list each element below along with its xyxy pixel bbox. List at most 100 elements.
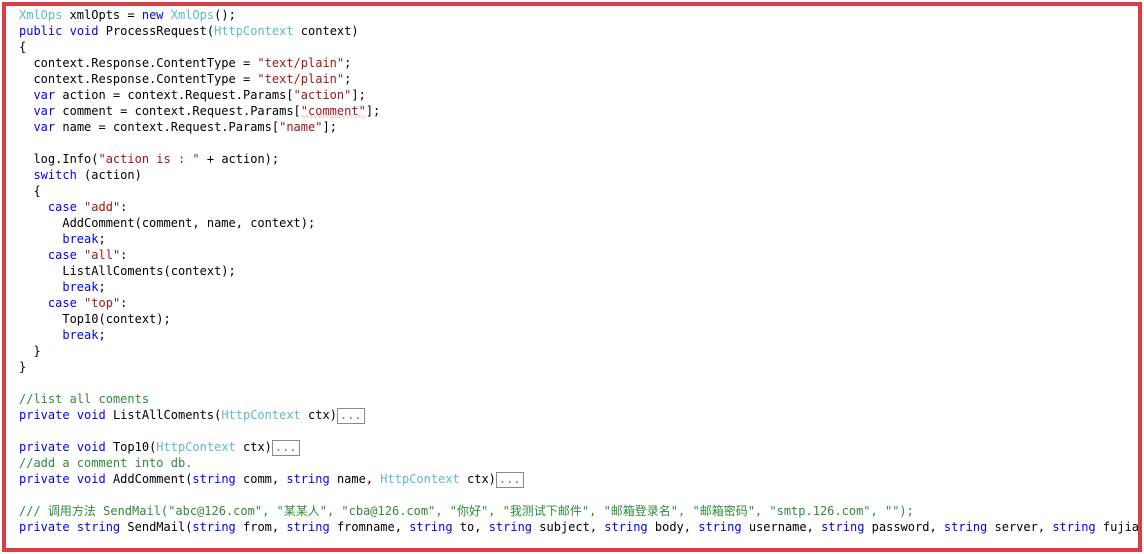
collapsed-region-box[interactable]: ... — [336, 408, 365, 424]
code-line-blank[interactable] — [19, 135, 1138, 151]
code-line-blank[interactable] — [19, 423, 1138, 439]
code-token-type: HttpContext — [214, 24, 294, 38]
code-token-plain: subject, — [532, 520, 605, 534]
code-token-plain: (action) — [76, 168, 142, 182]
code-line[interactable]: private void Top10(HttpContext ctx)... — [19, 439, 1138, 456]
code-line[interactable]: context.Response.ContentType = "text/pla… — [19, 55, 1138, 71]
code-token-plain: ; — [98, 280, 106, 294]
code-token-plain: ]; — [351, 88, 366, 102]
code-line[interactable]: var action = context.Request.Params["act… — [19, 87, 1138, 103]
code-line[interactable]: { — [19, 183, 1138, 199]
code-token-plain: ListAllComents( — [105, 408, 222, 422]
code-token-comment: //add a comment into db. — [19, 456, 193, 470]
code-token-plain: log.Info( — [19, 152, 99, 166]
code-line[interactable]: case "add": — [19, 199, 1138, 215]
code-token-keyword: string — [192, 520, 236, 534]
code-line[interactable]: log.Info("action is : " + action); — [19, 151, 1138, 167]
code-token-type: XmlOps — [19, 8, 63, 22]
code-line[interactable]: AddComment(comment, name, context); — [19, 215, 1138, 231]
code-token-plain: SendMail( — [120, 520, 193, 534]
code-line[interactable]: case "top": — [19, 295, 1138, 311]
code-line[interactable]: context.Response.ContentType = "text/pla… — [19, 71, 1138, 87]
code-line[interactable]: private string SendMail(string from, str… — [19, 519, 1140, 535]
code-line[interactable]: break; — [19, 231, 1138, 247]
code-line[interactable]: //add a comment into db. — [19, 455, 1138, 471]
code-token-keyword: string — [943, 520, 988, 534]
collapsed-region-box[interactable]: ... — [495, 472, 524, 488]
code-token-plain: comm, — [235, 472, 287, 486]
code-token-type: HttpContext — [156, 440, 236, 454]
code-token-plain: to, — [452, 520, 489, 534]
code-line[interactable]: break; — [19, 279, 1138, 295]
code-token-keyword: break — [62, 280, 99, 294]
code-token-type: HttpContext — [221, 408, 301, 422]
code-line-blank[interactable] — [19, 375, 1138, 391]
code-token-keyword: private — [19, 520, 70, 534]
screenshot-root: XmlOps xmlOpts = new XmlOps(); public voi… — [0, 0, 1144, 554]
code-token-plain: } — [19, 344, 41, 358]
code-token-plain: xmlOpts = — [62, 8, 142, 22]
code-line-blank[interactable] — [19, 487, 1138, 503]
code-line[interactable]: case "all": — [19, 247, 1138, 263]
code-token-plain: comment = context.Request.Params[ — [55, 104, 301, 118]
code-token-plain: AddComment( — [105, 472, 193, 486]
code-token-type: XmlOps — [170, 8, 215, 22]
code-token-plain: ]; — [365, 104, 381, 118]
code-token-plain: } — [19, 360, 27, 374]
code-line[interactable]: /// 调用方法 SendMail("abc@126.com", "某某人", … — [19, 503, 1138, 519]
collapsed-region-box[interactable]: ... — [271, 440, 300, 456]
code-token-string: "text/plain" — [257, 56, 345, 70]
code-line[interactable]: XmlOps xmlOpts = new XmlOps(); — [19, 7, 1138, 23]
code-token-keyword: var — [33, 104, 56, 118]
code-token-keyword: var — [33, 88, 56, 102]
code-line[interactable]: { — [19, 39, 1138, 55]
code-token-keyword: case — [47, 200, 77, 214]
code-line[interactable]: Top10(context); — [19, 311, 1138, 327]
code-token-plain: ; — [344, 56, 352, 70]
code-token-plain: ; — [344, 72, 352, 86]
code-line[interactable]: //list all coments — [19, 391, 1138, 407]
code-token-plain: ; — [98, 328, 106, 342]
code-token-plain: body, — [647, 520, 699, 534]
code-token-plain: password, — [864, 520, 944, 534]
code-token-keyword: string — [409, 520, 453, 534]
code-token-keyword: private — [19, 472, 70, 486]
code-token-keyword: string — [1052, 520, 1096, 534]
code-token-keyword: void — [76, 408, 106, 422]
code-token-keyword: new — [141, 8, 164, 22]
code-line[interactable]: var comment = context.Request.Params["co… — [19, 103, 1138, 119]
code-token-keyword: string — [192, 472, 236, 486]
code-token-string: "all" — [84, 248, 121, 262]
code-line[interactable]: } — [19, 359, 1138, 375]
code-token-plain: fujian) — [1102, 520, 1140, 534]
code-line[interactable]: private void AddComment(string comm, str… — [19, 471, 1138, 488]
code-token-plain: server, — [987, 520, 1053, 534]
code-line[interactable]: ListAllComents(context); — [19, 263, 1138, 279]
code-token-string: "name" — [279, 120, 323, 134]
code-line[interactable]: public void ProcessRequest(HttpContext c… — [19, 23, 1138, 39]
code-token-keyword: string — [604, 520, 648, 534]
code-token-keyword: void — [76, 472, 106, 486]
code-line[interactable]: var name = context.Request.Params["name"… — [19, 119, 1138, 135]
code-line[interactable]: switch (action) — [19, 167, 1138, 183]
code-line[interactable]: break; — [19, 327, 1138, 343]
code-token-plain: ctx) — [235, 440, 272, 454]
code-token-plain: context) — [293, 24, 359, 38]
code-token-keyword: case — [47, 248, 77, 262]
code-lines-container[interactable]: XmlOps xmlOpts = new XmlOps(); public voi… — [19, 7, 1140, 535]
code-editor-surface[interactable]: XmlOps xmlOpts = new XmlOps(); public voi… — [6, 6, 1140, 548]
code-line[interactable]: private void ListAllComents(HttpContext … — [19, 407, 1138, 424]
code-line[interactable]: } — [19, 343, 1138, 359]
